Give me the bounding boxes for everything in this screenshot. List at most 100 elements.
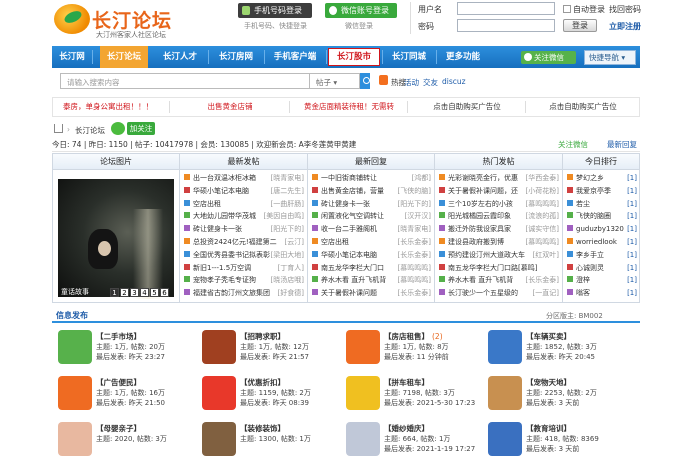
newest-post-title[interactable]: 新旧1---1.5万空调 [193, 264, 251, 272]
search-scope-select[interactable]: 帖子 ▾ [310, 73, 360, 89]
breadcrumb-forum[interactable]: 长汀论坛 [75, 125, 105, 136]
follow-wechat-button[interactable]: 关注微信 [521, 51, 576, 64]
newest-post-title[interactable]: 宠物孝子秃毛专证狗 [193, 276, 256, 284]
reply-post-title[interactable]: 关于暑假补课问题 [321, 289, 377, 297]
nav-item-forum[interactable]: 长汀论坛 [100, 46, 148, 68]
category-label[interactable]: 【广告便民】 [96, 378, 141, 387]
reply-post-title[interactable]: 养水木看 直升飞机背 [321, 276, 386, 284]
hot-post-row[interactable]: 三个10岁左右的小孩 [慕鸣鸣鸣] [439, 199, 559, 210]
category-name[interactable]: 【宠物天地】 [526, 377, 574, 388]
photo-page-5[interactable]: 5 [150, 288, 159, 297]
newest-post-row[interactable]: 华硕小笔记本电脑 [唐二先生] [184, 186, 304, 197]
car-icon[interactable] [488, 330, 522, 364]
rank-row[interactable]: 我爱京亭季 [1] [567, 186, 637, 197]
baby-icon[interactable] [58, 422, 92, 456]
hot-post-title[interactable]: 预约建设汀州大道政大车 [448, 251, 525, 259]
password-input[interactable] [457, 19, 555, 32]
nav-item-city[interactable]: 长汀同城 [384, 46, 434, 68]
hot-post-row[interactable]: 南五龙华李栏大门口路[慕鸣] [439, 263, 559, 274]
follow-button[interactable]: 加关注 [127, 122, 155, 135]
newest-post-row[interactable]: 总投资2424亿元!福建第二 [云汀] [184, 237, 304, 248]
rank-row[interactable]: 若尘 [1] [567, 199, 637, 210]
photo-page-4[interactable]: 4 [140, 288, 149, 297]
hot-post-title[interactable]: 关于暑假补课问题，还 [448, 187, 518, 195]
hot-post-row[interactable]: 搬迁外防我设家具家 [诚实守信] [439, 224, 559, 235]
rank-row[interactable]: 嗡客 [1] [567, 288, 637, 299]
rank-row[interactable]: 澄梓 [1] [567, 275, 637, 286]
carpool-icon[interactable] [346, 376, 380, 410]
nav-item-house[interactable]: 长汀房网 [212, 46, 260, 68]
hot-post-row[interactable]: 养水木看 直升飞机背 [长乐金泰] [439, 275, 559, 286]
category-label[interactable]: 【母婴亲子】 [96, 424, 141, 433]
hot-post-title[interactable]: 建设县政府搬到博 [448, 238, 504, 246]
rank-title[interactable]: 飞侠的脑圈 [576, 212, 611, 220]
newest-post-title[interactable]: 大地幼儿园带华茂城 [193, 212, 256, 220]
newest-post-title[interactable]: 出一台双温冰柜冰箱 [193, 174, 256, 182]
reply-post-row[interactable]: 砖让健身卡一张 [阳光下的] [312, 199, 431, 210]
category-label[interactable]: 【招聘求职】 [240, 332, 285, 341]
category-name[interactable]: 【房店租售】 (2) [384, 331, 443, 342]
forum-photo[interactable] [58, 179, 174, 299]
market-icon[interactable] [58, 330, 92, 364]
nav-item-changting[interactable]: 长汀网 [52, 46, 92, 68]
rank-title[interactable]: 若尘 [576, 200, 590, 208]
category-label[interactable]: 【婚纱婚庆】 [384, 424, 429, 433]
ad-link[interactable]: 泰房，单身公寓出租！！！ [53, 98, 163, 116]
reply-post-title[interactable]: 空店出租 [321, 238, 349, 246]
hot-post-row[interactable]: 长汀驶少一个五星级的 [一直记] [439, 288, 559, 299]
hot-post-row[interactable]: 预约建设汀州大道政大车 [红双叶] [439, 250, 559, 261]
reply-post-row[interactable]: 一中旧街商铺转让 [鸿都] [312, 173, 431, 184]
wedding-icon[interactable] [346, 422, 380, 456]
newest-post-row[interactable]: 砖让健身卡一张 [阳光下的] [184, 224, 304, 235]
newest-post-row[interactable]: 宠物孝子秃毛专证狗 [晓汤店哦] [184, 275, 304, 286]
hot-post-row[interactable]: 建设县政府搬到博 [慕鸣鸣鸣] [439, 237, 559, 248]
login-button[interactable]: 登录 [563, 19, 597, 32]
username-input[interactable] [457, 2, 555, 15]
photo-page-6[interactable]: 6 [160, 288, 169, 297]
ad-link[interactable]: 点击自助购买广告位 [527, 98, 639, 116]
newest-post-title[interactable]: 华硕小笔记本电脑 [193, 187, 249, 195]
category-name[interactable]: 【二手市场】 [96, 331, 144, 342]
hot-post-title[interactable]: 养水木看 直升飞机背 [448, 276, 513, 284]
category-label[interactable]: 【装修装饰】 [240, 424, 285, 433]
decor-icon[interactable] [202, 422, 236, 456]
category-label[interactable]: 【二手市场】 [96, 332, 141, 341]
rank-row[interactable]: 心诚则灵 [1] [567, 263, 637, 274]
hot-post-title[interactable]: 长汀驶少一个五星级的 [448, 289, 518, 297]
newest-post-title[interactable]: 福建省古韵汀州文旅集团 [193, 289, 270, 297]
category-name[interactable]: 【教育培训】 [526, 423, 574, 434]
newest-post-title[interactable]: 总投资2424亿元!福建第二 [193, 238, 277, 246]
rank-title[interactable]: worriedlook [576, 238, 617, 246]
hot-post-title[interactable]: 阳光城橘园云霞印象 [448, 212, 511, 220]
nav-item-stock[interactable]: 长汀股市 [328, 48, 380, 66]
ad-link[interactable]: 黄金店面精装待租！无需转 [291, 98, 407, 116]
rank-row[interactable]: worriedlook [1] [567, 237, 637, 248]
find-password-link[interactable]: 找回密码 [609, 4, 641, 15]
convenience-icon[interactable] [58, 376, 92, 410]
newest-post-row[interactable]: 出一台双温冰柜冰箱 [晓青家电] [184, 173, 304, 184]
hot-keyword[interactable]: 活动 [404, 77, 419, 88]
rank-title[interactable]: 心诚则灵 [576, 264, 604, 272]
rank-row[interactable]: 李乡手立 [1] [567, 250, 637, 261]
reply-post-title[interactable]: 华硕小笔记本电脑 [321, 251, 377, 259]
home-icon[interactable] [54, 124, 63, 133]
hot-post-title[interactable]: 三个10岁左右的小孩 [448, 200, 513, 208]
category-name[interactable]: 【母婴亲子】 [96, 423, 144, 434]
category-name[interactable]: 【婚纱婚庆】 [384, 423, 432, 434]
site-logo-title[interactable]: 长汀论坛 [92, 6, 172, 33]
photo-page-1[interactable]: 1 [110, 288, 119, 297]
reply-post-row[interactable]: 出售黄金店铺，营量 [飞侠的脑] [312, 186, 431, 197]
reply-post-row[interactable]: 收一台二手雅阁机 [晓青家电] [312, 224, 431, 235]
hot-post-row[interactable]: 阳光城橘园云霞印象 [流浪的孤] [439, 211, 559, 222]
pet-icon[interactable] [488, 376, 522, 410]
reply-post-row[interactable]: 闲置液化气空调转让 [汉开汉] [312, 211, 431, 222]
ad-link[interactable]: 出售黄金店铺 [171, 98, 289, 116]
newest-post-title[interactable]: 全国优秀县委书记拟表彰 [193, 251, 270, 259]
category-label[interactable]: 【宠物天地】 [526, 378, 571, 387]
category-name[interactable]: 【优惠折扣】 [240, 377, 288, 388]
category-name[interactable]: 【车辆买卖】 [526, 331, 574, 342]
rank-title[interactable]: 李乡手立 [576, 251, 604, 259]
hot-post-row[interactable]: 关于暑假补课问题，还 [小荷花粉] [439, 186, 559, 197]
quick-nav-dropdown[interactable]: 快捷导航 ▾ [584, 50, 636, 65]
rank-row[interactable]: 梦幻之乡 [1] [567, 173, 637, 184]
